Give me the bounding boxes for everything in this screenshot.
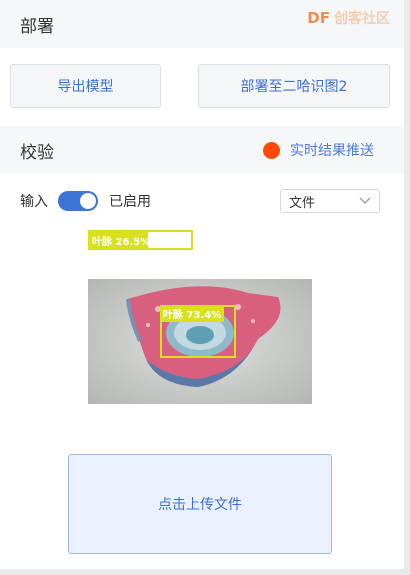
deploy-to-device-button[interactable]: 部署至二哈识图2 <box>198 64 390 108</box>
deploy-section-title: 部署 <box>20 16 54 37</box>
df-logo: DF <box>307 9 330 27</box>
input-toggle[interactable] <box>58 191 98 211</box>
verify-section-title: 校验 <box>20 142 54 163</box>
input-label: 输入 <box>20 194 48 210</box>
realtime-push-toggle[interactable]: 实时结果推送 <box>263 126 374 174</box>
watermark-text: 创客社区 <box>334 11 390 27</box>
chevron-down-icon <box>359 194 371 209</box>
deploy-section-header: 部署 DF 创客社区 <box>0 0 404 48</box>
input-source-value: 文件 <box>289 195 316 211</box>
detection-box: 叶脉 73.4% <box>160 305 236 358</box>
export-model-button[interactable]: 导出模型 <box>10 64 161 108</box>
toggle-status-text: 已启用 <box>109 194 151 210</box>
detection-label: 叶脉 73.4% <box>160 305 225 322</box>
df-watermark: DF 创客社区 <box>307 8 390 28</box>
window-edge-bottom <box>0 569 410 575</box>
window-edge-right <box>404 0 410 575</box>
confidence-bar: 叶脉 26.5% <box>88 230 193 250</box>
preview-image: 叶脉 73.4% <box>88 279 312 404</box>
push-status-dot <box>263 141 280 159</box>
realtime-push-label: 实时结果推送 <box>290 143 374 159</box>
confidence-bar-fill: 叶脉 26.5% <box>90 232 150 248</box>
input-source-select[interactable]: 文件 <box>280 189 380 213</box>
verify-section-header: 校验 实时结果推送 <box>0 126 404 174</box>
upload-file-button[interactable]: 点击上传文件 <box>68 454 332 554</box>
toggle-knob <box>80 193 96 209</box>
deploy-actions: 导出模型 部署至二哈识图2 <box>0 48 404 126</box>
